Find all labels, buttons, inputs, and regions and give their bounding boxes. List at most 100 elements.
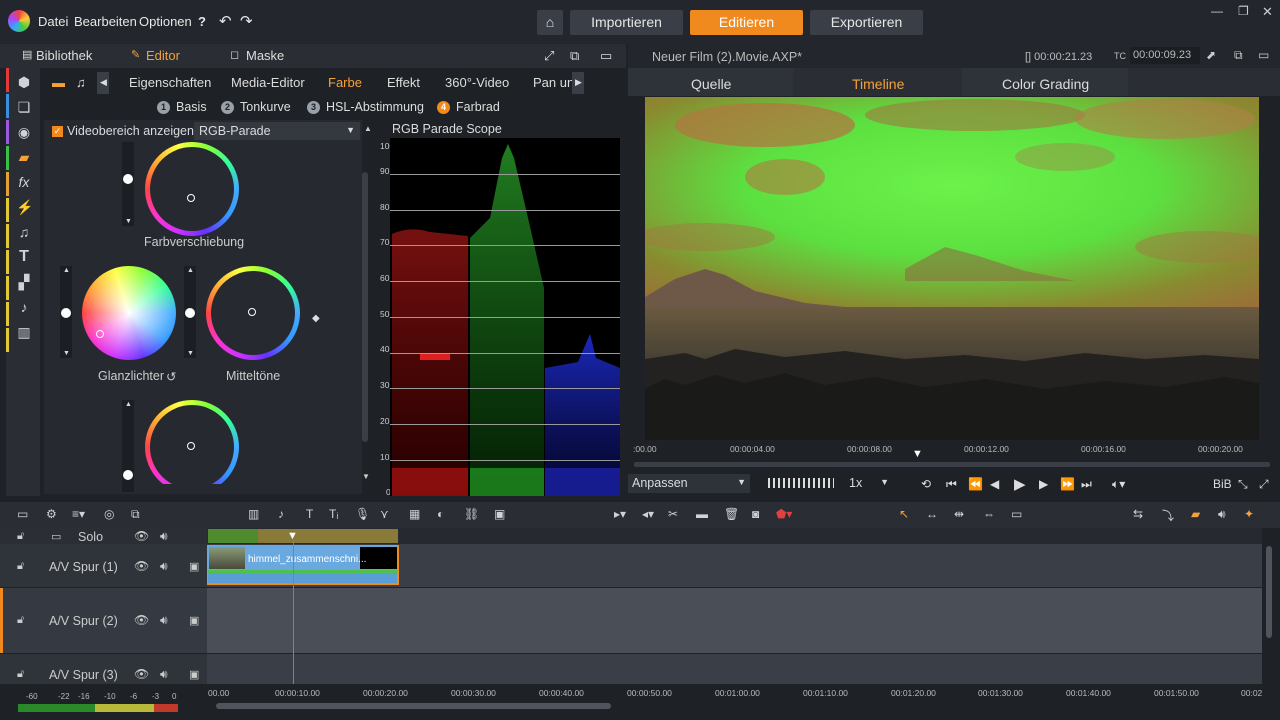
speaker-icon[interactable]: 🔊︎ — [160, 559, 168, 574]
link-icon[interactable]: ⛓ — [464, 507, 479, 521]
go-start-icon[interactable]: ⏮ — [946, 477, 957, 492]
fit-select[interactable]: Anpassen ▼ — [628, 474, 750, 493]
exportieren-button[interactable]: Exportieren — [810, 10, 923, 35]
timeline-layout-icon[interactable]: ▭ — [17, 507, 28, 521]
video-clip[interactable]: himmel_zusammenschni... — [207, 545, 399, 585]
split-right-icon[interactable]: ◂▾ — [642, 507, 654, 521]
overwrite-mode-icon[interactable]: ▰ — [1191, 507, 1200, 521]
undo-icon[interactable]: ↶ — [219, 12, 232, 30]
subtab-farbrad[interactable]: 4 Farbrad — [437, 100, 500, 114]
help-icon[interactable]: ? — [198, 14, 206, 29]
fx-icon[interactable]: fx — [16, 174, 32, 190]
media-icon[interactable]: ⬢ — [16, 74, 32, 90]
redo-icon[interactable]: ↷ — [240, 12, 253, 30]
scroll-down-icon[interactable]: ▼ — [362, 472, 370, 481]
prev-frame-icon[interactable]: ⏪ — [968, 477, 983, 491]
eye-icon[interactable]: 👁︎ — [134, 559, 149, 573]
track-options-icon[interactable]: ≡▾ — [72, 507, 85, 521]
menu-optionen[interactable]: Optionen — [139, 14, 192, 29]
pointer-icon[interactable]: ↖ — [899, 507, 909, 521]
glanzlichter-slider[interactable]: ▲ ▼ — [60, 266, 72, 358]
tab-media-editor[interactable]: Media-Editor — [231, 75, 305, 90]
tab-quelle[interactable]: Quelle — [691, 76, 731, 92]
marker-pin-icon[interactable]: ⬟▾ — [776, 507, 792, 521]
expand-icon[interactable]: ⤢ — [1259, 477, 1269, 492]
clip-icon[interactable]: ▰ — [16, 149, 32, 165]
editieren-button[interactable]: Editieren — [690, 10, 803, 35]
loop-icon[interactable]: ⟲ — [921, 477, 931, 491]
speaker-icon[interactable]: 🔊︎ — [160, 529, 168, 544]
importieren-button[interactable]: Importieren — [570, 10, 683, 35]
title-icon[interactable]: T — [16, 249, 32, 265]
menu-datei[interactable]: Datei — [38, 14, 68, 29]
ripple-icon[interactable]: ▬ — [696, 507, 708, 521]
next-frame-icon[interactable]: ⏩ — [1060, 477, 1075, 491]
subtab-tonkurve[interactable]: 2 Tonkurve — [221, 100, 291, 114]
montage-icon[interactable]: ▞ — [16, 274, 32, 290]
monitor-icon[interactable]: ▣ — [189, 614, 199, 627]
scrollbar[interactable] — [362, 172, 368, 442]
mitteltoene-slider[interactable]: ▲ ▼ — [184, 266, 196, 358]
image-icon[interactable]: ▣ — [494, 507, 505, 521]
videobereich-checkbox[interactable]: ✓ Videobereich anzeigen — [52, 124, 194, 138]
audio-scrub-icon[interactable]: 🔊︎ — [1218, 507, 1226, 522]
pin-icon[interactable]: ⤢ — [544, 48, 554, 64]
eye-icon[interactable]: 👁︎ — [134, 613, 149, 627]
wand-icon[interactable]: ✦ — [1244, 507, 1254, 521]
trim-icon[interactable]: ↔ — [926, 507, 938, 521]
tiefen-slider[interactable]: ▲ — [122, 400, 134, 492]
folder-icon[interactable]: ❏ — [16, 99, 32, 115]
monitor-icon[interactable]: ▣ — [189, 560, 199, 573]
work-area-start[interactable] — [208, 529, 258, 543]
slip-icon[interactable]: ⇹ — [954, 507, 964, 521]
insert-mode-icon[interactable]: ⤵ — [1162, 507, 1174, 524]
scroll-left-button[interactable]: ◀ — [97, 72, 109, 94]
stretch-icon[interactable]: ▭ — [1011, 507, 1022, 521]
restore-icon[interactable]: ❐ — [1238, 4, 1249, 18]
step-forward-icon[interactable]: ▶ — [1039, 477, 1048, 491]
subtab-basis[interactable]: 1 Basis — [157, 100, 207, 114]
tab-pan[interactable]: Pan un — [533, 75, 574, 90]
farbverschiebung-wheel[interactable] — [145, 142, 239, 236]
lock-icon[interactable]: 🔓︎ — [17, 614, 24, 627]
close-icon[interactable]: ✕ — [1262, 4, 1273, 20]
layout-icon[interactable]: ▭ — [600, 48, 612, 64]
tab-eigenschaften[interactable]: Eigenschaften — [129, 75, 211, 90]
transition-icon[interactable]: ⚡ — [16, 199, 33, 215]
monitor-icon[interactable]: ▣ — [189, 668, 199, 681]
volume-icon[interactable]: 🔈︎▾ — [1112, 477, 1125, 492]
glanzlichter-wheel[interactable] — [82, 266, 176, 360]
marker-icon[interactable]: ♪ — [278, 507, 284, 521]
tab-timeline[interactable]: Timeline — [852, 76, 904, 92]
settings-icon[interactable]: ⚙ — [46, 507, 57, 521]
preview-ruler[interactable]: :00.00 00:00:04.00 00:00:08.00 00:00:12.… — [632, 440, 1272, 470]
audio-tool-icon[interactable]: ♪ — [16, 299, 32, 315]
razor-icon[interactable]: ✂ — [668, 507, 678, 521]
audio-mixer-icon[interactable]: ▥ — [248, 507, 259, 521]
step-back-icon[interactable]: ◀ — [990, 477, 999, 491]
diamond-icon[interactable]: ◆ — [312, 313, 320, 324]
scope-type-select[interactable]: RGB-Parade ▼ — [194, 122, 360, 140]
work-area-bar[interactable] — [258, 529, 398, 543]
go-end-icon[interactable]: ⏭ — [1081, 477, 1092, 492]
disc-icon[interactable]: ◉ — [16, 124, 32, 140]
music-icon[interactable]: ♫ — [16, 224, 32, 240]
tab-editor[interactable]: Editor — [146, 48, 180, 63]
mic-icon[interactable]: 🎙︎ — [355, 507, 370, 521]
lock-icon[interactable]: 🔓︎ — [17, 668, 24, 681]
magnet-icon[interactable]: ⇆ — [1133, 507, 1143, 521]
tab-effekt[interactable]: Effekt — [387, 75, 420, 90]
title-3d-icon[interactable]: Tᵢ — [329, 507, 338, 521]
eye-icon[interactable]: 👁︎ — [134, 529, 149, 543]
slide-icon[interactable]: ⇔ — [983, 507, 995, 521]
grid-icon[interactable]: ▦ — [409, 507, 420, 521]
tab-bibliothek[interactable]: Bibliothek — [36, 48, 92, 63]
menu-bearbeiten[interactable]: Bearbeiten — [74, 14, 137, 29]
audio-clip-icon[interactable]: ♫ — [76, 75, 86, 90]
tab-360-video[interactable]: 360°-Video — [445, 75, 509, 90]
speed-select[interactable]: 1x ▼ — [845, 474, 893, 493]
scrub-bar[interactable] — [634, 462, 1270, 467]
timeline-ruler[interactable]: 00.00 00:00:10.00 00:00:20.00 00:00:30.0… — [207, 684, 1262, 700]
playhead-icon[interactable]: ▼ — [912, 448, 923, 460]
crop-icon[interactable]: ⤡ — [1238, 477, 1248, 492]
